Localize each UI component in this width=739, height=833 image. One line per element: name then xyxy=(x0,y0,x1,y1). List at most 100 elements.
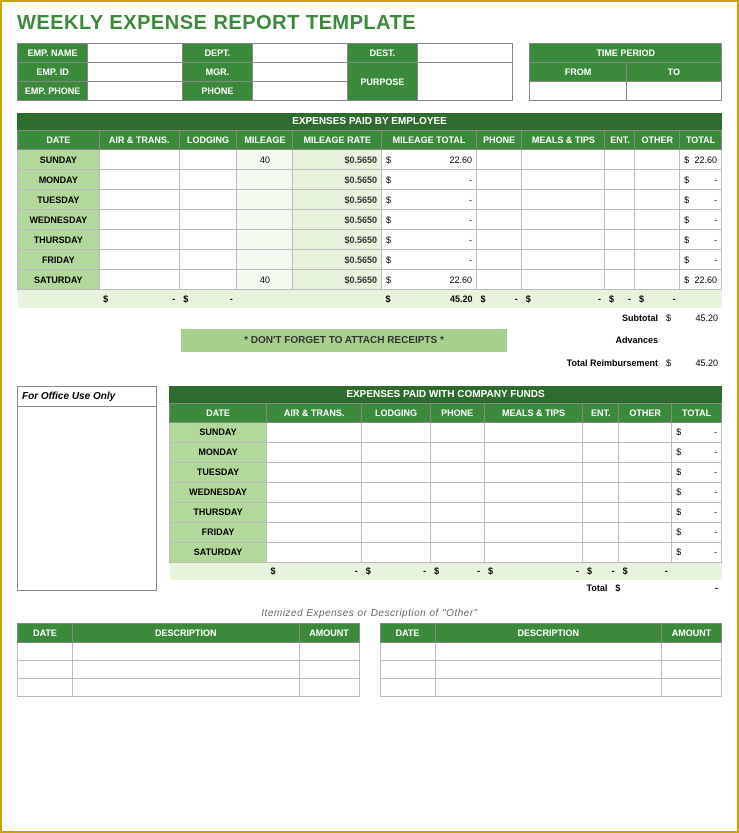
ent-cell[interactable] xyxy=(583,502,619,522)
item-cell[interactable] xyxy=(299,679,359,697)
ent-cell[interactable] xyxy=(605,210,635,230)
air-cell[interactable] xyxy=(267,462,362,482)
other-cell[interactable] xyxy=(619,422,672,442)
phone-cell[interactable] xyxy=(477,190,522,210)
air-cell[interactable] xyxy=(267,502,362,522)
from-input[interactable] xyxy=(530,82,626,101)
other-cell[interactable] xyxy=(635,190,680,210)
emp-id-input[interactable] xyxy=(88,63,183,82)
phone-cell[interactable] xyxy=(477,250,522,270)
to-input[interactable] xyxy=(626,82,721,101)
phone-cell[interactable] xyxy=(477,230,522,250)
lodging-cell[interactable] xyxy=(179,230,237,250)
phone-cell[interactable] xyxy=(430,422,484,442)
emp-name-input[interactable] xyxy=(88,44,183,63)
item-cell[interactable] xyxy=(18,679,73,697)
meals-cell[interactable] xyxy=(484,442,583,462)
air-cell[interactable] xyxy=(99,190,179,210)
meals-cell[interactable] xyxy=(484,422,583,442)
ent-cell[interactable] xyxy=(605,170,635,190)
air-cell[interactable] xyxy=(267,522,362,542)
air-cell[interactable] xyxy=(267,542,362,562)
air-cell[interactable] xyxy=(99,170,179,190)
meals-cell[interactable] xyxy=(522,170,605,190)
phone-cell[interactable] xyxy=(430,542,484,562)
air-cell[interactable] xyxy=(99,230,179,250)
lodging-cell[interactable] xyxy=(179,250,237,270)
item-cell[interactable] xyxy=(380,661,435,679)
item-cell[interactable] xyxy=(662,679,722,697)
air-cell[interactable] xyxy=(99,250,179,270)
ent-cell[interactable] xyxy=(605,150,635,170)
other-cell[interactable] xyxy=(619,462,672,482)
lodging-cell[interactable] xyxy=(362,422,430,442)
other-cell[interactable] xyxy=(619,482,672,502)
ent-cell[interactable] xyxy=(583,482,619,502)
mileage-cell[interactable] xyxy=(237,210,293,230)
ent-cell[interactable] xyxy=(583,542,619,562)
mileage-cell[interactable] xyxy=(237,190,293,210)
meals-cell[interactable] xyxy=(484,522,583,542)
item-cell[interactable] xyxy=(299,643,359,661)
item-cell[interactable] xyxy=(73,661,300,679)
lodging-cell[interactable] xyxy=(179,270,237,290)
lodging-cell[interactable] xyxy=(179,170,237,190)
lodging-cell[interactable] xyxy=(179,210,237,230)
other-cell[interactable] xyxy=(635,210,680,230)
lodging-cell[interactable] xyxy=(179,150,237,170)
mileage-cell[interactable] xyxy=(237,170,293,190)
air-cell[interactable] xyxy=(99,210,179,230)
other-cell[interactable] xyxy=(635,270,680,290)
meals-cell[interactable] xyxy=(522,250,605,270)
mileage-cell[interactable]: 40 xyxy=(237,150,293,170)
phone-input[interactable] xyxy=(252,82,347,101)
mileage-cell[interactable]: 40 xyxy=(237,270,293,290)
other-cell[interactable] xyxy=(619,502,672,522)
mgr-input[interactable] xyxy=(252,63,347,82)
ent-cell[interactable] xyxy=(605,250,635,270)
lodging-cell[interactable] xyxy=(362,502,430,522)
mileage-cell[interactable] xyxy=(237,250,293,270)
item-cell[interactable] xyxy=(380,679,435,697)
other-cell[interactable] xyxy=(635,230,680,250)
ent-cell[interactable] xyxy=(583,462,619,482)
other-cell[interactable] xyxy=(619,542,672,562)
other-cell[interactable] xyxy=(635,150,680,170)
phone-cell[interactable] xyxy=(430,482,484,502)
phone-cell[interactable] xyxy=(477,270,522,290)
other-cell[interactable] xyxy=(619,522,672,542)
lodging-cell[interactable] xyxy=(362,442,430,462)
item-cell[interactable] xyxy=(380,643,435,661)
mileage-cell[interactable] xyxy=(237,230,293,250)
phone-cell[interactable] xyxy=(430,442,484,462)
phone-cell[interactable] xyxy=(477,170,522,190)
lodging-cell[interactable] xyxy=(179,190,237,210)
meals-cell[interactable] xyxy=(484,482,583,502)
dest-input[interactable] xyxy=(418,44,513,63)
ent-cell[interactable] xyxy=(583,442,619,462)
item-cell[interactable] xyxy=(435,661,662,679)
item-cell[interactable] xyxy=(18,661,73,679)
other-cell[interactable] xyxy=(635,250,680,270)
meals-cell[interactable] xyxy=(484,462,583,482)
emp-phone-input[interactable] xyxy=(88,82,183,101)
item-cell[interactable] xyxy=(299,661,359,679)
phone-cell[interactable] xyxy=(430,522,484,542)
ent-cell[interactable] xyxy=(605,230,635,250)
phone-cell[interactable] xyxy=(477,150,522,170)
meals-cell[interactable] xyxy=(484,542,583,562)
phone-cell[interactable] xyxy=(430,502,484,522)
meals-cell[interactable] xyxy=(522,210,605,230)
item-cell[interactable] xyxy=(662,661,722,679)
meals-cell[interactable] xyxy=(522,230,605,250)
phone-cell[interactable] xyxy=(477,210,522,230)
ent-cell[interactable] xyxy=(583,422,619,442)
meals-cell[interactable] xyxy=(522,150,605,170)
lodging-cell[interactable] xyxy=(362,482,430,502)
meals-cell[interactable] xyxy=(522,190,605,210)
other-cell[interactable] xyxy=(619,442,672,462)
purpose-input[interactable] xyxy=(418,63,513,101)
meals-cell[interactable] xyxy=(484,502,583,522)
item-cell[interactable] xyxy=(662,643,722,661)
item-cell[interactable] xyxy=(73,679,300,697)
